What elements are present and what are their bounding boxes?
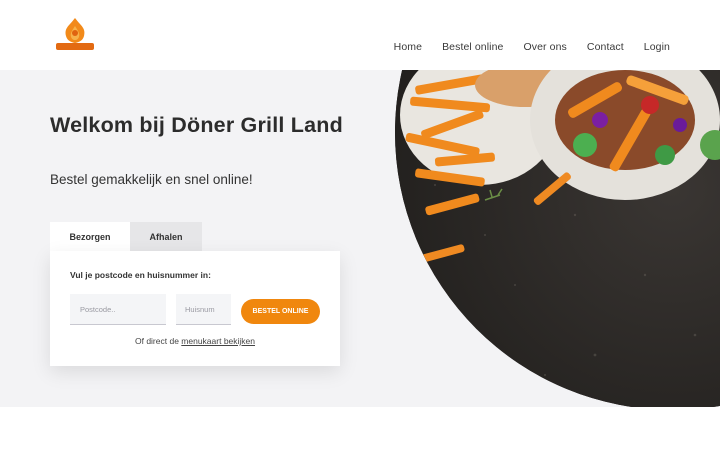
postcode-prompt: Vul je postcode en huisnummer in: [70,270,211,280]
hero-food-image [395,70,720,407]
site-header: Home Bestel online Over ons Contact Logi… [0,0,720,70]
menukaart-link[interactable]: menukaart bekijken [181,336,255,346]
nav-login[interactable]: Login [644,41,670,53]
nav-home[interactable]: Home [394,41,422,53]
order-card: Vul je postcode en huisnummer in: BESTEL… [50,251,340,366]
main-nav: Home Bestel online Over ons Contact Logi… [394,41,670,53]
nav-contact[interactable]: Contact [587,41,624,53]
menu-link-prefix: Of direct de [134,336,179,346]
order-tabs: Bezorgen Afhalen [50,222,202,251]
logo-flame-icon [56,18,94,50]
postcode-input[interactable] [70,294,166,325]
page-subtitle: Bestel gemakkelijk en snel online! [50,172,253,187]
nav-bestel-online[interactable]: Bestel online [442,41,503,53]
hero-section: Welkom bij Döner Grill Land Bestel gemak… [0,70,720,407]
site-logo[interactable] [54,16,96,54]
bestel-online-button[interactable]: BESTEL ONLINE [241,299,320,324]
menu-link-line: Of direct de menukaart bekijken [50,336,340,346]
huisnummer-input[interactable] [176,294,231,325]
nav-over-ons[interactable]: Over ons [524,41,567,53]
page-title: Welkom bij Döner Grill Land [50,113,343,137]
tab-bezorgen[interactable]: Bezorgen [50,222,130,251]
tab-afhalen[interactable]: Afhalen [130,222,202,251]
